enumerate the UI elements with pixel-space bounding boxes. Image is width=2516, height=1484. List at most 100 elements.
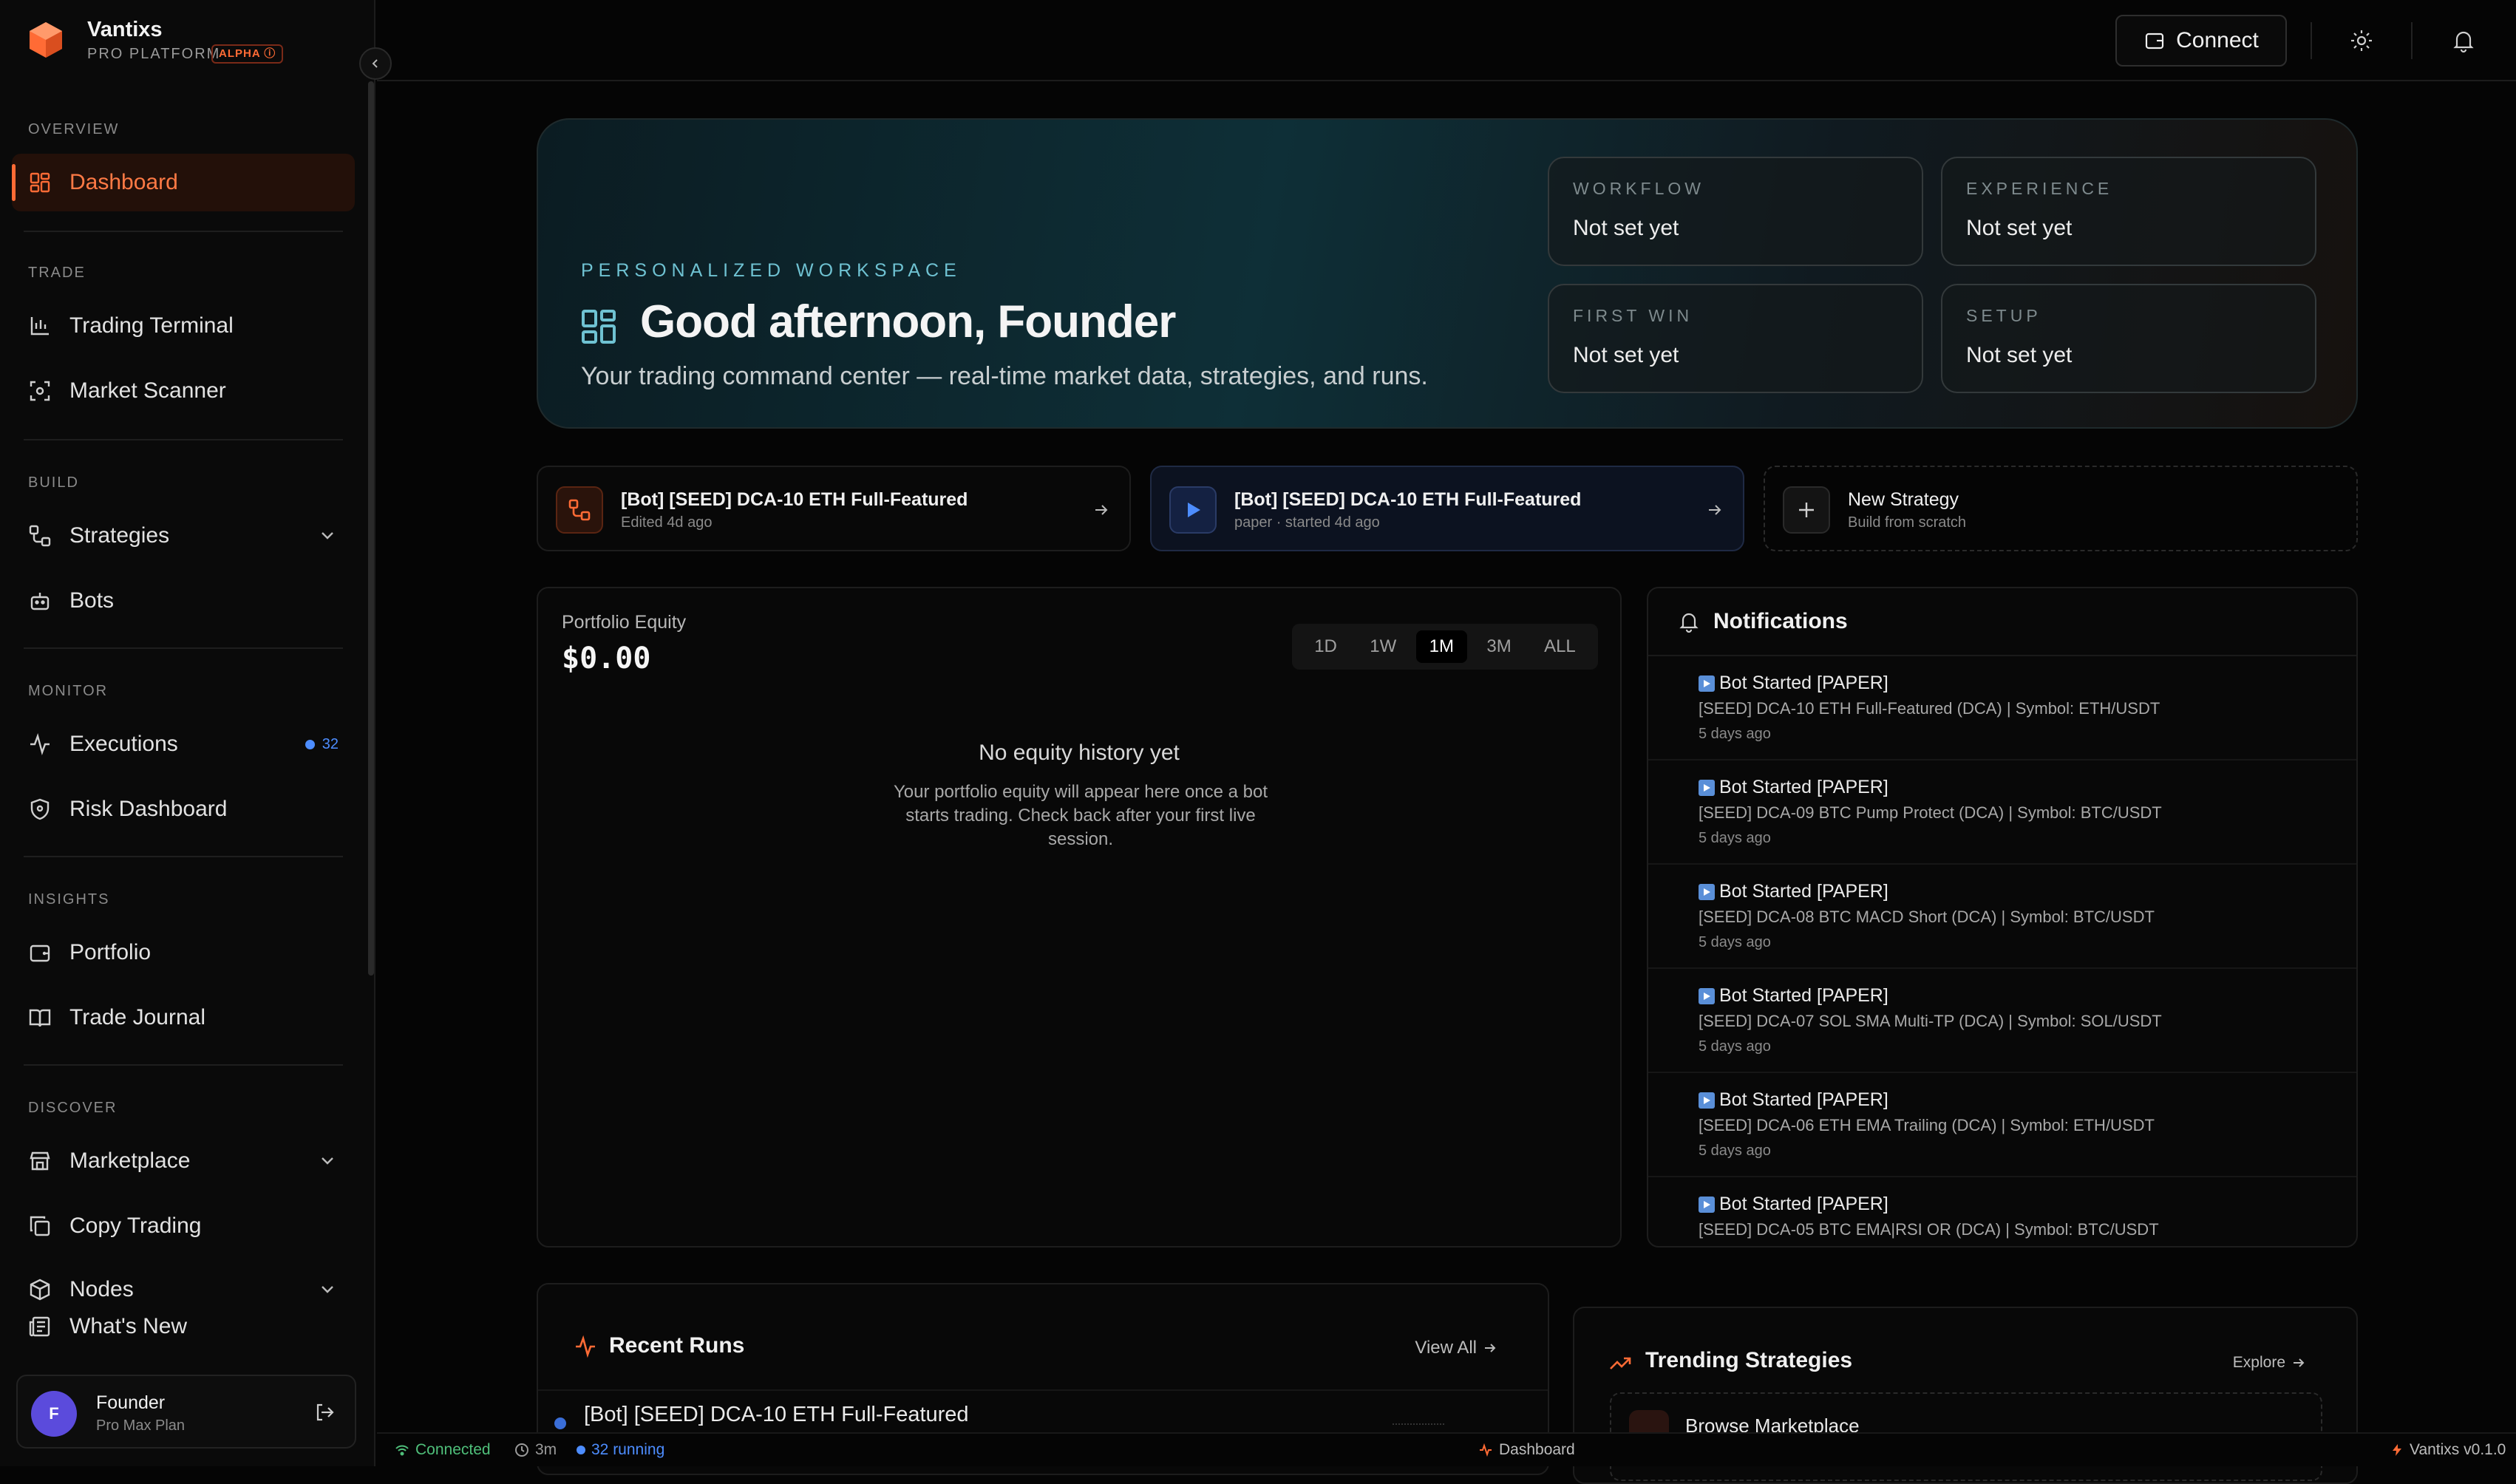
sidebar-item-label: Trade Journal (69, 1005, 205, 1029)
explore-link[interactable]: Explore (2233, 1354, 2306, 1372)
alpha-badge-label: ALPHA (219, 47, 261, 60)
bell-icon[interactable] (2451, 28, 2476, 53)
sidebar-item-dashboard[interactable]: Dashboard (12, 154, 355, 211)
quick-action-new-strategy[interactable]: New Strategy Build from scratch (1764, 466, 2358, 551)
sidebar-item-trade-journal[interactable]: Trade Journal (12, 989, 355, 1046)
chevron-left-icon (372, 59, 378, 68)
play-icon (1699, 779, 1715, 796)
notification-body: [SEED] DCA-09 BTC Pump Protect (DCA) | S… (1699, 803, 2162, 822)
app-name: Vantixs (87, 18, 163, 41)
notification-title: Bot Started [PAPER] (1719, 1089, 1888, 1110)
divider (24, 439, 343, 440)
section-label-build: BUILD (28, 474, 79, 491)
sidebar-item-label: Market Scanner (69, 378, 226, 403)
welcome-hero: PERSONALIZED WORKSPACE Good afternoon, F… (537, 118, 2358, 429)
sidebar-item-bots[interactable]: Bots (12, 572, 355, 630)
section-label-monitor: MONITOR (28, 683, 109, 699)
sidebar-item-whats-new[interactable]: What's New (12, 1298, 355, 1355)
connection-status: Connected (395, 1441, 491, 1459)
notification-item[interactable]: Bot Started [PAPER] [SEED] DCA-07 SOL SM… (1648, 969, 2356, 1073)
equity-value: $0.00 (562, 641, 651, 675)
run-progress-placeholder (1393, 1423, 1444, 1425)
current-page-label: Dashboard (1499, 1441, 1575, 1458)
quick-action-running-bot[interactable]: [Bot] [SEED] DCA-10 ETH Full-Featured pa… (1150, 466, 1744, 551)
collapse-sidebar-button[interactable] (359, 47, 392, 80)
explore-label: Explore (2232, 1354, 2285, 1371)
stat-card-setup[interactable]: SETUP Not set yet (1941, 284, 2316, 393)
run-status-dot (554, 1417, 566, 1429)
stat-card-workflow[interactable]: WORKFLOW Not set yet (1548, 157, 1923, 266)
notification-title: Bot Started [PAPER] (1719, 1194, 1888, 1214)
sidebar-item-label: Dashboard (69, 170, 178, 194)
sidebar-item-market-scanner[interactable]: Market Scanner (12, 362, 355, 420)
notification-item[interactable]: Bot Started [PAPER] [SEED] DCA-09 BTC Pu… (1648, 760, 2356, 865)
stat-label: SETUP (1966, 306, 2041, 325)
chevron-down-icon (322, 532, 333, 540)
sidebar-item-copy-trading[interactable]: Copy Trading (12, 1197, 355, 1255)
play-icon (1169, 486, 1217, 534)
grid-icon (30, 172, 50, 193)
theme-toggle-sun-icon[interactable] (2349, 28, 2374, 53)
recent-runs-title: Recent Runs (609, 1333, 745, 1358)
range-all-button[interactable]: ALL (1531, 630, 1589, 663)
quick-action-subtitle: paper · started 4d ago (1234, 514, 1380, 531)
activity-icon (576, 1335, 595, 1358)
notification-item[interactable]: Bot Started [PAPER] [SEED] DCA-06 ETH EM… (1648, 1073, 2356, 1177)
workflow-icon (29, 525, 51, 547)
view-all-runs-link[interactable]: View All (1415, 1338, 1497, 1358)
arrow-right-icon (2294, 1358, 2305, 1367)
status-dot (305, 740, 315, 749)
sidebar-scrollbar[interactable] (368, 81, 374, 976)
notifications-title: Notifications (1713, 609, 1848, 633)
activity-icon (1480, 1443, 1492, 1457)
play-icon (1699, 1092, 1715, 1109)
equity-empty-description: Your portfolio equity will appear here o… (893, 782, 1268, 849)
user-card[interactable]: F Founder Pro Max Plan (16, 1375, 356, 1449)
notification-title: Bot Started [PAPER] (1719, 985, 1888, 1006)
stat-card-first-win[interactable]: FIRST WIN Not set yet (1548, 284, 1923, 393)
connect-wallet-button[interactable]: Connect (2115, 15, 2287, 67)
sidebar-item-marketplace[interactable]: Marketplace (12, 1132, 355, 1190)
quick-action-edit-strategy[interactable]: [Bot] [SEED] DCA-10 ETH Full-Featured Ed… (537, 466, 1131, 551)
range-1m-button[interactable]: 1M (1415, 630, 1467, 663)
sidebar-item-risk-dashboard[interactable]: Risk Dashboard (12, 780, 355, 838)
logout-icon[interactable] (313, 1401, 336, 1423)
play-icon (1699, 987, 1715, 1004)
sidebar-item-executions[interactable]: Executions 32 (12, 715, 355, 773)
run-title[interactable]: [Bot] [SEED] DCA-10 ETH Full-Featured (584, 1403, 969, 1427)
divider (538, 1389, 1548, 1391)
notification-time: 5 days ago (1699, 1143, 1771, 1159)
stat-value: Not set yet (1966, 343, 2073, 367)
chart-bars-icon (30, 317, 49, 336)
equity-empty-title: No equity history yet (979, 741, 1180, 765)
sidebar-item-trading-terminal[interactable]: Trading Terminal (12, 297, 355, 355)
sidebar-item-label: Marketplace (69, 1148, 191, 1173)
sidebar-item-strategies[interactable]: Strategies (12, 507, 355, 565)
newspaper-icon (29, 1316, 50, 1337)
sidebar-item-portfolio[interactable]: Portfolio (12, 924, 355, 981)
scan-icon (30, 381, 50, 401)
notification-item[interactable]: Bot Started [PAPER] [SEED] DCA-05 BTC EM… (1648, 1177, 2356, 1246)
wallet-icon (30, 944, 50, 962)
range-1w-button[interactable]: 1W (1356, 630, 1410, 663)
notification-item[interactable]: Bot Started [PAPER] [SEED] DCA-08 BTC MA… (1648, 865, 2356, 969)
wallet-icon (2146, 33, 2164, 50)
divider (24, 647, 343, 649)
hero-title: Good afternoon, Founder (640, 296, 1176, 347)
chevron-down-icon (322, 1157, 333, 1165)
stat-card-experience[interactable]: EXPERIENCE Not set yet (1941, 157, 2316, 266)
app-subtitle: PRO PLATFORM (87, 46, 221, 62)
bot-icon (30, 593, 50, 610)
range-3m-button[interactable]: 3M (1473, 630, 1524, 663)
range-1d-button[interactable]: 1D (1301, 630, 1350, 663)
quick-action-title: [Bot] [SEED] DCA-10 ETH Full-Featured (1234, 489, 1582, 510)
executions-count-badge: 32 (305, 736, 339, 753)
wifi-icon (395, 1445, 409, 1456)
sidebar-item-label: Copy Trading (69, 1214, 202, 1238)
notification-body: [SEED] DCA-08 BTC MACD Short (DCA) | Sym… (1699, 908, 2155, 926)
vantixs-logo-icon[interactable] (27, 21, 65, 59)
notification-item[interactable]: Bot Started [PAPER] [SEED] DCA-10 ETH Fu… (1648, 656, 2356, 760)
topbar-divider (2311, 22, 2312, 59)
sidebar-item-label: What's New (69, 1314, 188, 1338)
sidebar-item-label: Bots (69, 588, 115, 613)
